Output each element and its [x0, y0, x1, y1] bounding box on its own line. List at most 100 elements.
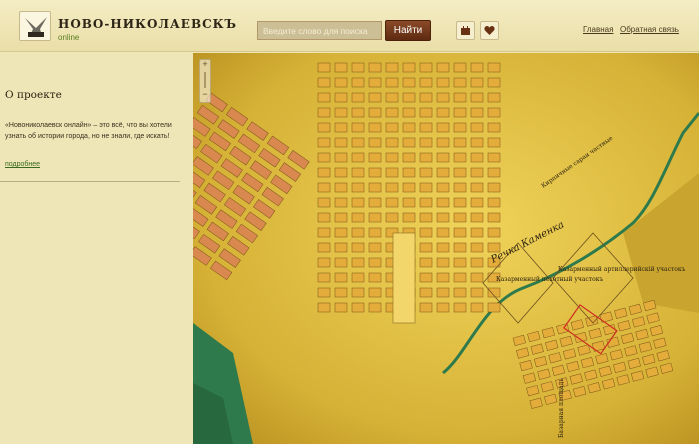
- city-block: [351, 212, 365, 223]
- city-block: [470, 152, 484, 163]
- city-block: [487, 77, 501, 88]
- about-text: «Новониколаевск онлайн» – это всё, что в…: [5, 122, 172, 140]
- bazaar-square: [392, 232, 416, 324]
- city-block: [385, 62, 399, 73]
- city-block: [436, 227, 450, 238]
- city-block: [317, 227, 331, 238]
- city-block: [487, 227, 501, 238]
- map-canvas[interactable]: Речка Каменка Казарменный пехотный участ…: [193, 53, 699, 444]
- heart-icon: [484, 26, 495, 35]
- header: НОВО-НИКОЛАЕВСКЪ online Найти Главная Об…: [0, 0, 699, 52]
- city-block: [368, 182, 382, 193]
- city-block: [385, 107, 399, 118]
- city-block: [351, 152, 365, 163]
- city-block: [436, 212, 450, 223]
- city-block: [351, 62, 365, 73]
- city-block: [419, 182, 433, 193]
- city-block: [385, 92, 399, 103]
- zoom-out-icon[interactable]: −: [200, 90, 210, 100]
- city-block: [317, 107, 331, 118]
- zoom-slider[interactable]: [204, 72, 206, 88]
- home-link[interactable]: Главная: [583, 25, 613, 34]
- city-block: [368, 107, 382, 118]
- city-block: [368, 62, 382, 73]
- city-block: [436, 122, 450, 133]
- city-block: [453, 182, 467, 193]
- city-block: [334, 197, 348, 208]
- city-block: [351, 287, 365, 298]
- city-block: [419, 257, 433, 268]
- city-block: [419, 212, 433, 223]
- more-link[interactable]: подробнее: [5, 161, 40, 168]
- city-block: [470, 197, 484, 208]
- search-input[interactable]: [257, 21, 382, 40]
- city-block: [487, 197, 501, 208]
- castle-button[interactable]: [456, 21, 475, 40]
- city-block: [470, 242, 484, 253]
- sidebar-divider: [0, 181, 180, 182]
- city-block: [436, 92, 450, 103]
- city-block: [402, 77, 416, 88]
- city-block: [470, 167, 484, 178]
- search-button[interactable]: Найти: [385, 20, 431, 41]
- city-block: [317, 152, 331, 163]
- city-block: [334, 302, 348, 313]
- city-block: [334, 77, 348, 88]
- city-block: [368, 77, 382, 88]
- historic-map[interactable]: Речка Каменка Казарменный пехотный участ…: [193, 53, 699, 444]
- city-block: [419, 167, 433, 178]
- city-block: [351, 122, 365, 133]
- city-block: [402, 137, 416, 148]
- city-block: [453, 302, 467, 313]
- city-block: [419, 272, 433, 283]
- city-block: [334, 182, 348, 193]
- city-block: [334, 92, 348, 103]
- zoom-in-icon[interactable]: +: [200, 60, 210, 70]
- city-block: [334, 122, 348, 133]
- city-block: [368, 92, 382, 103]
- city-block: [334, 167, 348, 178]
- city-block: [453, 212, 467, 223]
- city-block: [419, 227, 433, 238]
- city-block: [419, 92, 433, 103]
- city-block: [351, 77, 365, 88]
- city-block: [385, 197, 399, 208]
- city-block: [351, 242, 365, 253]
- city-block: [453, 62, 467, 73]
- city-block: [453, 272, 467, 283]
- city-block: [453, 227, 467, 238]
- city-block: [402, 167, 416, 178]
- city-block: [436, 152, 450, 163]
- city-block: [385, 167, 399, 178]
- city-block: [419, 77, 433, 88]
- city-block: [436, 197, 450, 208]
- site-logo[interactable]: [19, 11, 51, 41]
- city-block: [402, 212, 416, 223]
- castle-icon: [461, 26, 470, 35]
- city-block: [334, 242, 348, 253]
- city-block: [385, 212, 399, 223]
- city-block: [453, 137, 467, 148]
- city-block: [368, 197, 382, 208]
- site-title[interactable]: НОВО-НИКОЛАЕВСКЪ: [58, 17, 237, 31]
- city-block: [436, 242, 450, 253]
- city-block: [487, 212, 501, 223]
- city-block: [419, 302, 433, 313]
- city-block: [402, 122, 416, 133]
- city-block: [487, 92, 501, 103]
- city-block: [351, 92, 365, 103]
- city-block: [470, 302, 484, 313]
- city-block: [334, 107, 348, 118]
- city-block: [334, 137, 348, 148]
- city-block: [419, 107, 433, 118]
- city-block: [419, 62, 433, 73]
- city-block: [351, 197, 365, 208]
- feedback-link[interactable]: Обратная связь: [620, 25, 679, 34]
- heart-button[interactable]: [480, 21, 499, 40]
- city-block: [470, 92, 484, 103]
- city-block: [334, 152, 348, 163]
- city-block: [453, 242, 467, 253]
- city-block: [368, 242, 382, 253]
- city-block: [368, 302, 382, 313]
- city-block: [487, 107, 501, 118]
